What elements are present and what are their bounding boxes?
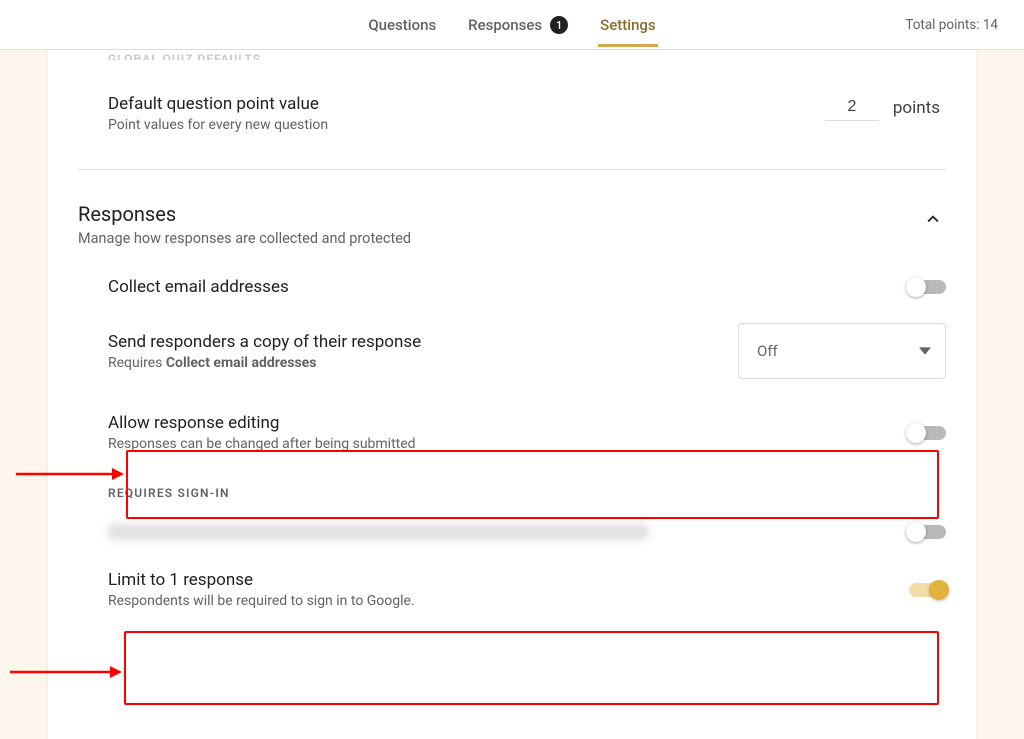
send-copy-select-value: Off [757, 342, 778, 360]
send-copy-row: Send responders a copy of their response… [108, 323, 946, 379]
limit-one-subtitle: Respondents will be required to sign in … [108, 593, 415, 609]
tab-responses-label: Responses [468, 16, 542, 34]
responses-section-header: Responses Manage how responses are colle… [78, 202, 946, 247]
caret-down-icon [919, 345, 931, 357]
allow-edit-toggle[interactable] [909, 426, 946, 440]
limit-one-response-row: Limit to 1 response Respondents will be … [108, 570, 946, 609]
collect-email-toggle[interactable] [909, 280, 946, 294]
chevron-up-icon [922, 208, 944, 230]
allow-edit-subtitle: Responses can be changed after being sub… [108, 436, 416, 452]
top-tab-bar: Questions Responses 1 Settings Total poi… [0, 0, 1024, 50]
collect-email-title: Collect email addresses [108, 277, 289, 297]
send-copy-subtitle: Requires Collect email addresses [108, 355, 421, 371]
points-unit-label: points [893, 98, 940, 118]
global-quiz-defaults-label: GLOBAL QUIZ DEFAULTS [108, 50, 946, 60]
limit-one-title: Limit to 1 response [108, 570, 415, 590]
responses-count-badge: 1 [550, 16, 568, 34]
total-points-label: Total points: 14 [905, 17, 998, 33]
allow-response-editing-row: Allow response editing Responses can be … [108, 413, 946, 452]
restricted-org-row [108, 524, 946, 540]
collect-email-row: Collect email addresses [108, 277, 946, 297]
tab-settings[interactable]: Settings [598, 2, 658, 47]
responses-section-title: Responses [78, 202, 411, 226]
limit-one-toggle[interactable] [909, 583, 946, 597]
default-point-subtitle: Point values for every new question [108, 117, 328, 133]
default-point-value-row: Default question point value Point value… [108, 94, 946, 133]
default-point-title: Default question point value [108, 94, 328, 114]
responses-section-subtitle: Manage how responses are collected and p… [78, 230, 411, 247]
section-divider [78, 169, 946, 170]
send-copy-select[interactable]: Off [738, 323, 946, 379]
requires-signin-label: REQUIRES SIGN-IN [108, 486, 946, 500]
tab-questions[interactable]: Questions [366, 2, 438, 47]
allow-edit-title: Allow response editing [108, 413, 416, 433]
send-copy-title: Send responders a copy of their response [108, 332, 421, 352]
blurred-setting-text [108, 524, 648, 540]
collapse-responses-button[interactable] [922, 208, 946, 232]
tab-responses[interactable]: Responses 1 [466, 2, 570, 47]
restricted-org-toggle[interactable] [909, 525, 946, 539]
settings-card: GLOBAL QUIZ DEFAULTS Default question po… [48, 50, 976, 739]
default-point-input[interactable] [825, 94, 879, 121]
